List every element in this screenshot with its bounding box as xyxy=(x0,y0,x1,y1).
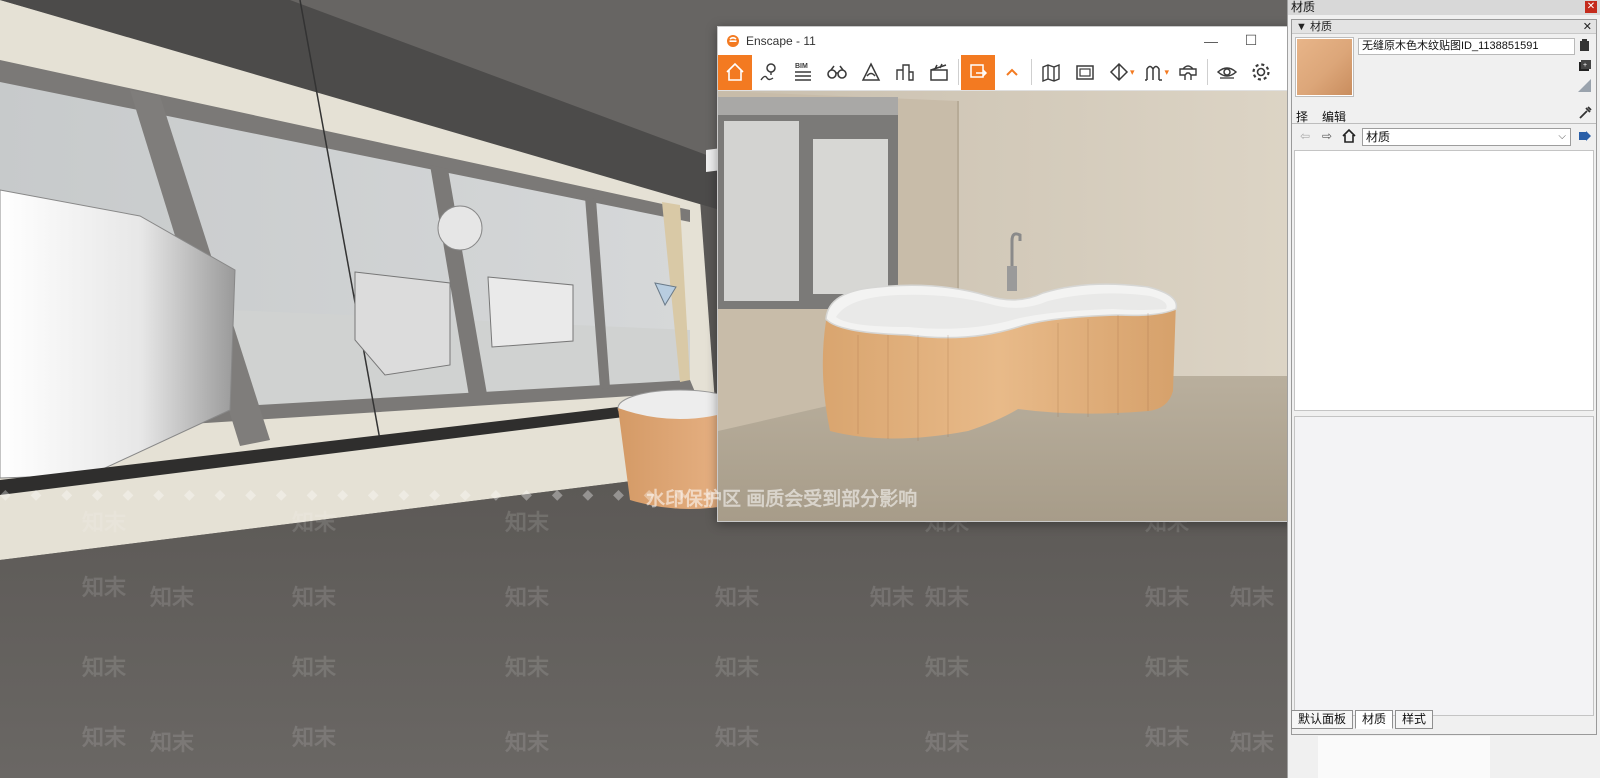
settings-icon[interactable] xyxy=(1244,55,1278,90)
tray-close-button[interactable]: ✕ xyxy=(1585,1,1597,13)
create-material-icon[interactable]: + xyxy=(1577,58,1592,73)
material-secondary-area[interactable] xyxy=(1294,416,1594,716)
eye-icon[interactable] xyxy=(1210,55,1244,90)
locations-icon[interactable] xyxy=(752,55,786,90)
assets-dropdown-icon[interactable]: ▾ xyxy=(1165,67,1170,78)
tab-styles[interactable]: 样式 xyxy=(1395,710,1434,729)
forward-icon[interactable]: ⇨ xyxy=(1322,129,1332,143)
svg-text:BIM: BIM xyxy=(795,63,808,70)
tray-footer-strip xyxy=(1318,736,1490,778)
details-arrow-icon[interactable] xyxy=(1578,129,1592,143)
home-icon[interactable] xyxy=(1342,129,1356,143)
section-dropdown-icon[interactable]: ▾ xyxy=(1130,67,1135,78)
tray-title: 材质 ✕ xyxy=(1288,0,1600,15)
clapperboard-icon[interactable] xyxy=(922,55,956,90)
atmosphere-icon[interactable] xyxy=(854,55,888,90)
bim-icon[interactable]: BIM xyxy=(786,55,820,90)
material-library-value: 材质 xyxy=(1366,130,1391,144)
vr-headset-icon[interactable] xyxy=(1171,55,1205,90)
buildings-icon[interactable] xyxy=(888,55,922,90)
tab-edit[interactable]: 编辑 xyxy=(1322,108,1346,125)
material-tabs: 择 编辑 xyxy=(1292,104,1596,124)
display-secondary-icon[interactable] xyxy=(1577,38,1592,53)
collapse-icon[interactable] xyxy=(995,55,1029,90)
material-swatch[interactable] xyxy=(1296,38,1353,96)
materials-tray: 材质 ✕ ▼ 材质 ✕ 无缝原木色木纹贴图ID_1138851591 + 择 编… xyxy=(1287,0,1600,778)
enscape-window[interactable]: Enscape - 11 — ☐ ✕ BIM xyxy=(717,26,1312,522)
material-library-select[interactable]: 材质 ⌵ xyxy=(1362,128,1571,146)
render-scene xyxy=(718,91,1311,521)
watermark-notice: 水印保护区 画质会受到部分影响 xyxy=(646,489,918,510)
enscape-render-view[interactable] xyxy=(718,91,1311,521)
maximize-button[interactable]: ☐ xyxy=(1231,27,1271,54)
chevron-down-icon: ⌵ xyxy=(1558,131,1566,142)
toolbar-separator xyxy=(1031,59,1032,85)
default-material-icon[interactable] xyxy=(1577,78,1592,93)
tab-materials[interactable]: 材质 xyxy=(1355,710,1394,729)
tab-select[interactable]: 择 xyxy=(1296,108,1308,125)
tray-bottom-tabs: 默认面板 材质 样式 xyxy=(1291,710,1435,730)
enscape-toolbar: BIM ▾ ▾ xyxy=(718,54,1311,91)
collapse-arrow-icon[interactable]: ▼ xyxy=(1296,21,1307,33)
tab-default-tray[interactable]: 默认面板 xyxy=(1291,710,1354,729)
enscape-titlebar[interactable]: Enscape - 11 — ☐ ✕ xyxy=(718,27,1311,54)
app-root: 知末 知末 知末 知末 知末 知末 知末 知末 知末 知末 知末 知末 知末 知… xyxy=(0,0,1600,778)
materials-panel-title: 材质 xyxy=(1309,21,1332,33)
enscape-title: Enscape - 11 xyxy=(746,33,816,48)
eyedropper-icon[interactable] xyxy=(1578,106,1592,120)
panel-close-icon[interactable]: ✕ xyxy=(1583,20,1592,34)
home-icon[interactable] xyxy=(718,54,752,90)
materials-panel: ▼ 材质 ✕ 无缝原木色木纹贴图ID_1138851591 + 择 编辑 ⇦ ⇨… xyxy=(1291,19,1597,735)
toolbar-separator xyxy=(958,59,959,85)
material-name-field[interactable]: 无缝原木色木纹贴图ID_1138851591 xyxy=(1358,38,1575,55)
materials-panel-header[interactable]: ▼ 材质 ✕ xyxy=(1292,20,1596,34)
gallery-icon[interactable] xyxy=(1068,55,1102,90)
enscape-logo-icon xyxy=(727,34,739,47)
binoculars-icon[interactable] xyxy=(820,55,854,90)
export-icon[interactable] xyxy=(961,54,995,90)
minimize-button[interactable]: — xyxy=(1191,27,1231,54)
tray-title-label: 材质 xyxy=(1291,0,1316,14)
material-nav-row: ⇦ ⇨ 材质 ⌵ xyxy=(1292,126,1596,148)
material-thumbnails-area[interactable] xyxy=(1294,150,1594,411)
back-icon[interactable]: ⇦ xyxy=(1300,129,1310,143)
toolbar-separator xyxy=(1207,59,1209,85)
map-icon[interactable] xyxy=(1034,55,1068,90)
svg-text:+: + xyxy=(1583,62,1587,69)
